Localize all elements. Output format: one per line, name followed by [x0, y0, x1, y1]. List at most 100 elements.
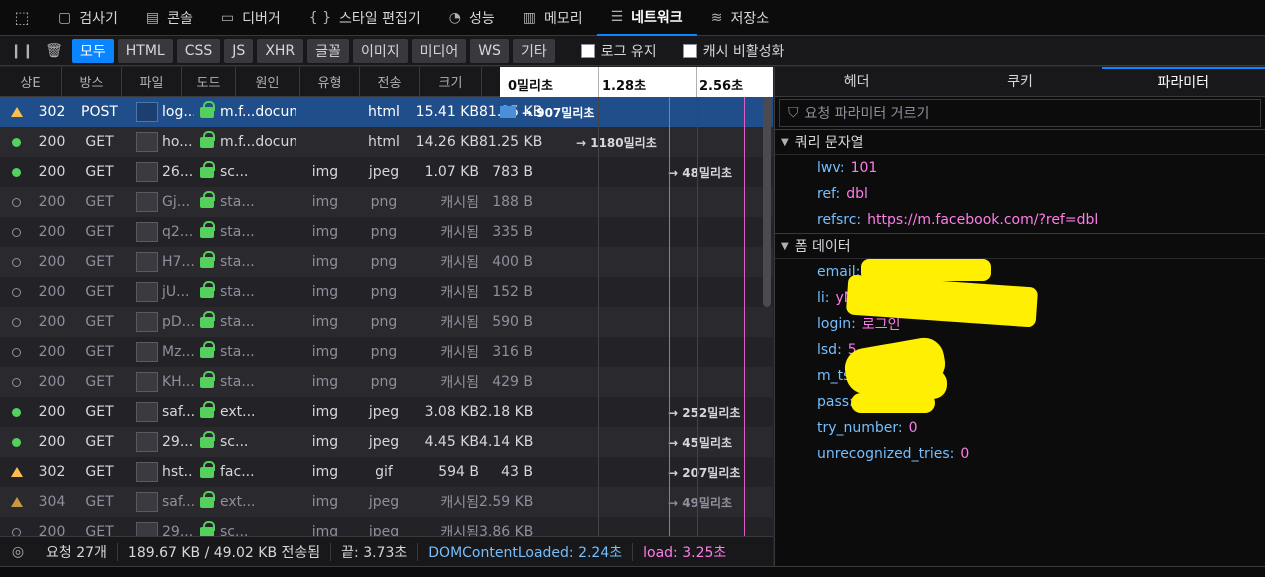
- request-row[interactable]: 302 GET hst... fac... img gif 594 B 43 B → 207밀리…: [0, 457, 773, 487]
- file-name: 26...: [162, 164, 194, 180]
- request-row[interactable]: 200 GET Gj... sta... img png 캐시됨 188 B: [0, 187, 773, 217]
- lock-icon: [200, 220, 215, 238]
- param-value[interactable]: 101: [851, 160, 878, 176]
- tool-tab-0[interactable]: ▢ 검사기: [44, 0, 132, 36]
- column-domain[interactable]: 도드: [182, 67, 236, 97]
- status-icon-cell: [0, 167, 33, 177]
- request-row[interactable]: 200 GET Mz... sta... img png 캐시됨 316 B: [0, 337, 773, 367]
- tool-tab-4[interactable]: ◔ 성능: [435, 0, 509, 36]
- tab-headers[interactable]: 헤더: [775, 67, 938, 96]
- method: GET: [85, 404, 114, 420]
- tab-params[interactable]: 파라미터: [1101, 67, 1265, 96]
- request-row[interactable]: 200 GET saf... ext... img jpeg 3.08 KB 2.18 KB →…: [0, 397, 773, 427]
- performance-analysis-icon[interactable]: ◎: [0, 544, 36, 560]
- request-row[interactable]: 200 GET 26... sc... img jpeg 1.07 KB 783 B → 48밀…: [0, 157, 773, 187]
- filter-chip-1[interactable]: HTML: [117, 38, 173, 63]
- tab-cookies[interactable]: 쿠키: [938, 67, 1101, 96]
- domain: sta...: [220, 374, 255, 390]
- column-type[interactable]: 유형: [300, 67, 360, 97]
- waterfall-cell: [500, 217, 773, 247]
- lock-icon: [200, 280, 215, 298]
- column-file[interactable]: 파일: [122, 67, 182, 97]
- thumbnail-icon: [136, 312, 158, 332]
- trash-icon[interactable]: 🗑: [40, 43, 68, 59]
- param-value[interactable]: 0: [909, 420, 918, 436]
- waterfall-cell: → 207밀리초: [500, 457, 773, 487]
- filter-chip-2[interactable]: CSS: [176, 38, 221, 63]
- param-row: lwv: 101: [775, 155, 1265, 181]
- query-string-section[interactable]: ▼ 쿼리 문자열: [775, 129, 1265, 155]
- checkbox-box[interactable]: [682, 43, 697, 58]
- request-row[interactable]: 304 GET saf... ext... img jpeg 캐시됨 2.59 KB → 49밀…: [0, 487, 773, 517]
- tool-tab-3[interactable]: { } 스타일 편집기: [295, 0, 435, 36]
- column-transferred[interactable]: 전송: [360, 67, 420, 97]
- filter-chip-7[interactable]: 미디어: [411, 38, 467, 63]
- filter-chip-9[interactable]: 기타: [512, 38, 555, 63]
- disable-cache-checkbox[interactable]: 캐시 비활성화: [682, 41, 784, 61]
- content-type: png: [370, 314, 398, 330]
- storage-icon: ≋: [710, 9, 723, 26]
- filter-chip-5[interactable]: 글꼴: [307, 38, 349, 63]
- column-status[interactable]: 상E: [0, 67, 62, 97]
- status-ok-icon: [12, 167, 21, 177]
- lock-icon: [200, 310, 215, 328]
- tool-tab-label: 성능: [468, 10, 495, 27]
- method: GET: [85, 464, 114, 480]
- params-filter-input[interactable]: ⛉ 요청 파라미터 거르기: [779, 99, 1261, 127]
- pause-icon[interactable]: ❙❙: [8, 43, 36, 59]
- status-icon-cell: [0, 257, 33, 267]
- waterfall-header[interactable]: 0밀리초 1.28초 2.56초: [500, 67, 773, 97]
- tool-tab-5[interactable]: ▥ 메모리: [509, 0, 597, 36]
- method: GET: [85, 194, 114, 210]
- status-icon-cell: [0, 317, 33, 327]
- cause: img: [311, 374, 339, 390]
- domain: sta...: [220, 284, 255, 300]
- thumbnail-icon: [136, 222, 158, 242]
- file-name: H7...: [162, 254, 194, 270]
- request-row[interactable]: 200 GET KH... sta... img png 캐시됨 429 B: [0, 367, 773, 397]
- request-row[interactable]: 302POSTlog...m.f...docum...html15.41 KB8…: [0, 97, 773, 127]
- filter-chip-3[interactable]: JS: [224, 38, 254, 63]
- file-name: hst...: [162, 464, 194, 480]
- request-row[interactable]: 200 GET q2... sta... img png 캐시됨 335 B: [0, 217, 773, 247]
- column-size[interactable]: 크기: [420, 67, 482, 97]
- request-row[interactable]: 200GETho...m.f...docum...html14.26 KB81.…: [0, 127, 773, 157]
- status-code: 200: [38, 404, 66, 420]
- checkbox-box[interactable]: [580, 43, 595, 58]
- request-row[interactable]: 200 GET H7... sta... img png 캐시됨 400 B: [0, 247, 773, 277]
- param-value[interactable]: 0: [960, 446, 969, 462]
- tool-tab-label: 메모리: [543, 10, 583, 27]
- request-row[interactable]: 200 GET pD... sta... img png 캐시됨 590 B: [0, 307, 773, 337]
- domain: sc...: [220, 524, 249, 536]
- request-row[interactable]: 200 GET 29... sc... img jpeg 4.45 KB 4.14 KB → 4…: [0, 427, 773, 457]
- tool-tab-1[interactable]: ▤ 콘솔: [132, 0, 207, 36]
- param-value[interactable]: https://m.facebook.com/?ref=dbl: [867, 212, 1098, 228]
- param-value[interactable]: dbl: [846, 186, 868, 202]
- status-code: 200: [38, 254, 66, 270]
- transferred: 캐시됨: [440, 255, 479, 271]
- timeline-tick-1: 1.28초: [602, 79, 647, 94]
- request-list-scrollbar[interactable]: [763, 97, 771, 307]
- persist-logs-checkbox[interactable]: 로그 유지: [580, 41, 657, 61]
- status-icon-cell: [0, 137, 33, 147]
- request-row[interactable]: 200 GET 29... sc... img jpeg 캐시됨 3.86 KB: [0, 517, 773, 536]
- filter-chip-0[interactable]: 모두: [72, 38, 114, 63]
- timing-label: → 207밀리초: [668, 466, 741, 480]
- thumbnail-icon: [136, 102, 158, 122]
- timeline-divider: [598, 67, 599, 97]
- column-method[interactable]: 방스: [62, 67, 122, 97]
- element-picker-icon[interactable]: ⬚: [0, 0, 44, 36]
- lock-icon: [200, 130, 215, 148]
- timing-label: → 49밀리초: [668, 496, 733, 510]
- form-data-section[interactable]: ▼ 폼 데이터: [775, 233, 1265, 259]
- method: GET: [85, 494, 114, 510]
- column-cause[interactable]: 원인: [236, 67, 300, 97]
- filter-chip-8[interactable]: WS: [470, 38, 509, 63]
- request-row[interactable]: 200 GET jU... sta... img png 캐시됨 152 B: [0, 277, 773, 307]
- tool-tab-7[interactable]: ≋ 저장소: [697, 0, 783, 36]
- warning-icon: [10, 467, 23, 477]
- filter-chip-6[interactable]: 이미지: [352, 38, 408, 63]
- tool-tab-6[interactable]: ☰ 네트워크: [596, 0, 697, 36]
- tool-tab-2[interactable]: ▭ 디버거: [207, 0, 295, 36]
- filter-chip-4[interactable]: XHR: [257, 38, 304, 63]
